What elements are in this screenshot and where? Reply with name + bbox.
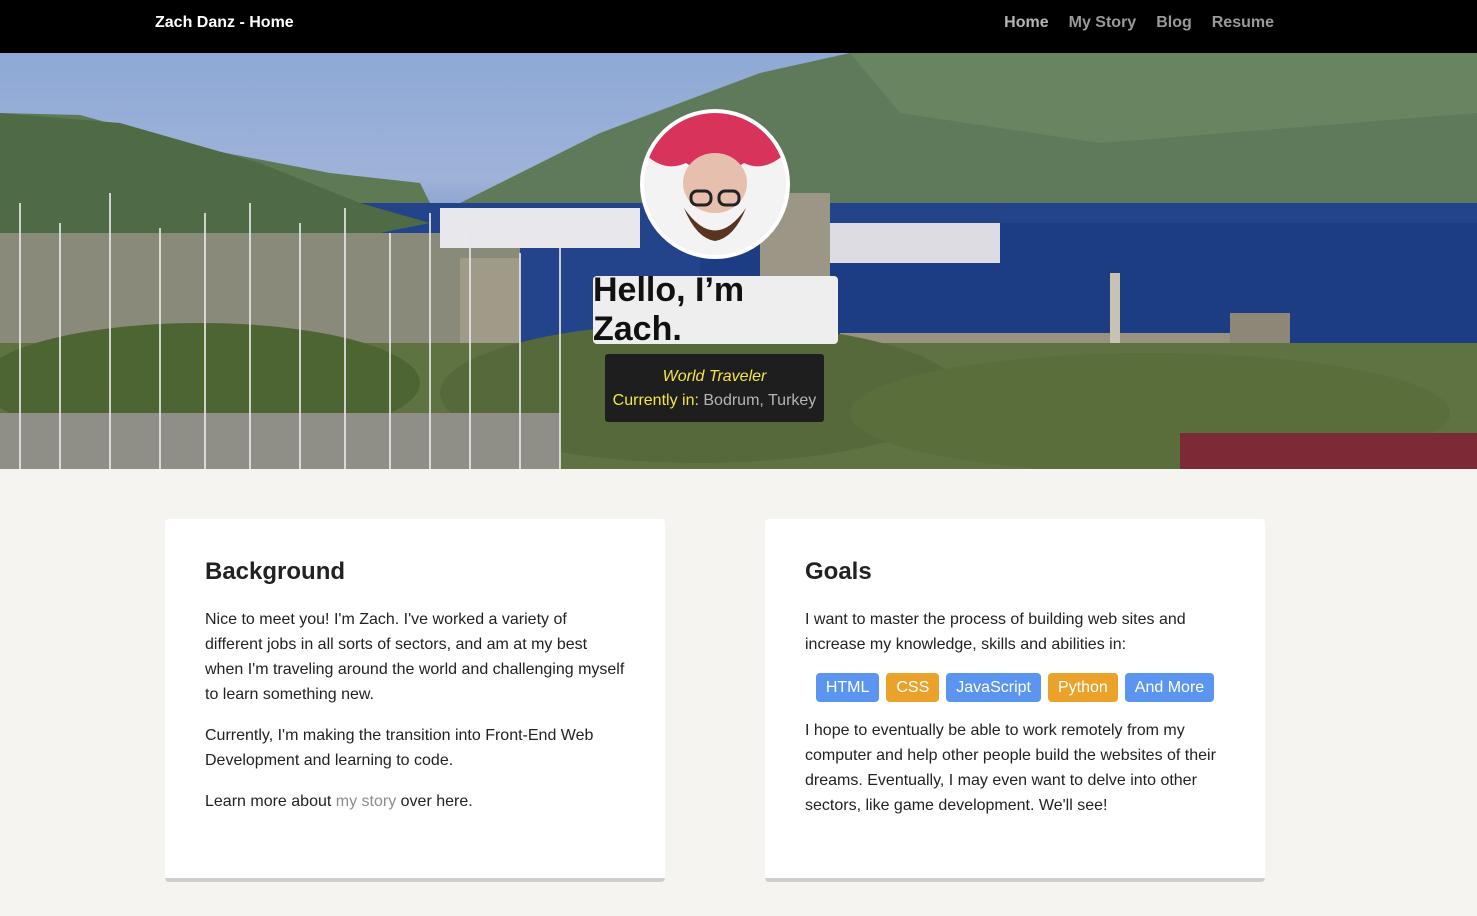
tag-css: CSS [886,673,940,702]
goals-title: Goals [805,558,872,585]
top-navbar: Zach Danz - Home Home My Story Blog Resu… [0,0,1477,53]
nav-links: Home My Story Blog Resume [1004,14,1274,32]
nav-home[interactable]: Home [1004,14,1048,32]
my-story-link[interactable]: my story [336,793,396,810]
background-card: Background Nice to meet you! I'm Zach. I… [165,519,665,882]
location-label: Currently in: [612,392,699,409]
background-paragraph: Currently, I'm making the transition int… [205,727,594,769]
tag-html: HTML [815,673,880,702]
goals-intro: I want to master the process of building… [805,611,1186,653]
learn-more-text: Learn more about my story over here. [205,789,625,814]
goals-card: Goals I want to master the process of bu… [765,519,1265,882]
learn-more-prefix: Learn more about [205,793,336,810]
tag-and-more: And More [1124,673,1215,702]
background-title: Background [205,558,346,585]
brand-home-link[interactable]: Zach Danz - Home [155,14,294,32]
nav-blog[interactable]: Blog [1156,14,1192,32]
nav-my-story[interactable]: My Story [1069,14,1137,32]
background-paragraph: Nice to meet you! I'm Zach. I've worked … [205,611,625,703]
hero-location: Currently in: Bodrum, Turkey [605,389,824,413]
nav-resume[interactable]: Resume [1212,14,1274,32]
tag-python: Python [1047,673,1118,702]
learn-more-suffix: over here. [396,793,473,810]
hero-role: World Traveler [662,368,767,385]
tag-javascript: JavaScript [946,673,1041,702]
location-value: Bodrum, Turkey [703,392,817,409]
hero-greeting: Hello, I’m Zach. [593,271,838,348]
skill-tags: HTML CSS JavaScript Python And More [805,673,1225,702]
goals-closing: I hope to eventually be able to work rem… [805,722,1216,814]
hero-info-box: World Traveler Currently in: Bodrum, Tur… [605,354,824,422]
hero-banner: Hello, I’m Zach. World Traveler Currentl… [0,53,1477,469]
profile-avatar [640,109,790,259]
